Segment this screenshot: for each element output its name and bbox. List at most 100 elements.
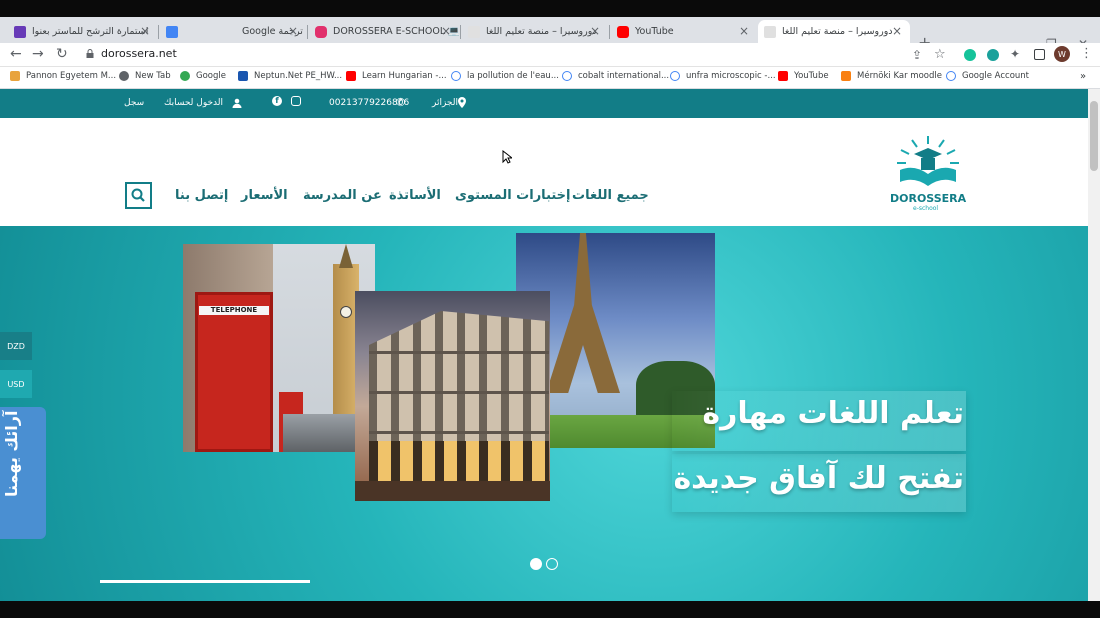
slider-dot-1-active[interactable] xyxy=(530,558,542,570)
bookmark-item[interactable]: Pannon Egyetem M... xyxy=(10,71,116,81)
site-logo[interactable]: DOROSSERA e-school xyxy=(888,134,968,214)
bookmark-item[interactable]: Google xyxy=(180,71,226,81)
puzzle-icon[interactable]: ✦ xyxy=(1010,47,1020,61)
close-icon[interactable]: × xyxy=(739,24,749,38)
hero-headline-line-1: تعلم اللغات مهارة xyxy=(702,396,964,431)
video-letterbox-bottom xyxy=(0,601,1100,618)
login-link[interactable]: الدخول لحسابك xyxy=(164,98,223,108)
url-field[interactable]: dorossera.net xyxy=(101,47,177,60)
search-icon xyxy=(131,188,145,202)
currency-usd-button[interactable]: USD xyxy=(0,370,32,398)
side-panel-icon[interactable] xyxy=(1034,49,1045,60)
close-icon[interactable]: × xyxy=(288,24,298,38)
hero-slider: TELEPHONE تعلم اللغات مهارة تفتح لك آفاق… xyxy=(0,226,1088,601)
mouse-cursor-icon xyxy=(502,150,512,164)
bookmark-item[interactable]: Neptun.Net PE_HW... xyxy=(238,71,342,81)
bookmark-item[interactable]: unfra microscopic -... xyxy=(670,71,776,81)
nav-all-languages[interactable]: جميع اللغات xyxy=(572,188,649,203)
site-icon xyxy=(764,25,776,38)
bookmark-label: YouTube xyxy=(794,71,829,81)
address-bar-row: ← → ↻ dorossera.net ⇪ ☆ ✦ W ⋮ xyxy=(0,43,1100,67)
bookmarks-bar: Pannon Egyetem M... New Tab Google Neptu… xyxy=(0,67,1100,89)
video-letterbox-top xyxy=(0,0,1100,17)
site-header: إتصل بنا الأسعار عن المدرسة الأساتذة إخت… xyxy=(0,118,1088,226)
browser-tab-2[interactable]: ترجمة Google × xyxy=(160,20,306,43)
page-scrollbar[interactable] xyxy=(1088,89,1100,601)
close-icon[interactable]: × xyxy=(892,24,902,38)
search-button[interactable] xyxy=(125,182,152,209)
site-icon xyxy=(468,25,480,38)
close-icon[interactable]: × xyxy=(441,24,451,38)
slider-dot-2[interactable] xyxy=(546,558,558,570)
bookmark-label: Mérnöki Kar moodle xyxy=(857,71,942,81)
more-bookmarks-icon[interactable]: » xyxy=(1080,71,1086,82)
browser-tab-3[interactable]: DOROSSERA E-SCHOOL 💻 × xyxy=(309,20,459,43)
youtube-icon xyxy=(617,25,629,38)
location-text: الجزائر xyxy=(432,98,458,108)
bookmark-item[interactable]: Google Account xyxy=(946,71,1029,81)
nav-prices[interactable]: الأسعار xyxy=(241,188,288,203)
bookmark-item[interactable]: New Tab xyxy=(119,71,171,81)
browser-tab-6-active[interactable]: دوروسيرا – منصة تعليم اللغا × xyxy=(758,20,910,43)
bookmark-label: Learn Hungarian -... xyxy=(362,71,447,81)
close-icon[interactable]: × xyxy=(590,24,600,38)
feedback-label: آرائك يهمنا xyxy=(2,410,21,498)
bookmark-favicon-icon xyxy=(10,71,20,81)
share-icon[interactable]: ⇪ xyxy=(912,48,922,62)
profile-avatar[interactable]: W xyxy=(1054,46,1070,62)
youtube-icon xyxy=(778,71,788,81)
user-icon xyxy=(232,98,242,108)
nav-about[interactable]: عن المدرسة xyxy=(303,188,382,203)
forms-icon xyxy=(14,25,26,38)
globe-icon xyxy=(119,71,129,81)
browser-tab-4[interactable]: دوروسيرا – منصة تعليم اللغا × xyxy=(462,20,608,43)
moodle-icon xyxy=(841,71,851,81)
instagram-icon xyxy=(315,25,327,38)
forward-icon[interactable]: → xyxy=(32,46,44,62)
logo-tagline: e-school xyxy=(913,205,939,212)
slider-progress-bar xyxy=(100,580,310,583)
bookmark-label: Neptun.Net PE_HW... xyxy=(254,71,343,81)
top-info-bar: سجل الدخول لحسابك f 00213779226806 ✆ الج… xyxy=(0,89,1088,118)
nav-contact[interactable]: إتصل بنا xyxy=(175,188,228,203)
bookmark-item[interactable]: Mérnöki Kar moodle xyxy=(841,71,942,81)
bookmark-label: cobalt international... xyxy=(578,71,670,81)
register-link[interactable]: سجل xyxy=(124,98,144,108)
bookmark-label: New Tab xyxy=(135,71,171,81)
feedback-tab[interactable]: آرائك يهمنا xyxy=(0,407,46,539)
telephone-sign: TELEPHONE xyxy=(199,306,269,315)
neptun-icon xyxy=(238,71,248,81)
hero-headline-line-2: تفتح لك آفاق جديدة xyxy=(673,461,964,496)
scrollbar-thumb[interactable] xyxy=(1090,101,1098,171)
map-pin-icon xyxy=(458,97,466,108)
bookmark-label: Google Account xyxy=(962,71,1029,81)
back-icon[interactable]: ← xyxy=(10,46,22,62)
grammarly-icon[interactable] xyxy=(964,49,976,61)
close-icon[interactable]: × xyxy=(140,24,150,38)
nav-teachers[interactable]: الأساتذة xyxy=(389,188,441,203)
google-icon xyxy=(180,71,190,81)
bookmark-item[interactable]: Learn Hungarian -... xyxy=(346,71,447,81)
rome-photo xyxy=(355,291,550,501)
nav-level-tests[interactable]: إختبارات المستوى xyxy=(455,188,571,203)
bookmark-item[interactable]: cobalt international... xyxy=(562,71,669,81)
browser-tab-1[interactable]: استمارة الترشح للماستر بعنوا × xyxy=(8,20,158,43)
bookmark-label: unfra microscopic -... xyxy=(686,71,776,81)
browser-tab-5[interactable]: YouTube × xyxy=(611,20,757,43)
bookmark-star-icon[interactable]: ☆ xyxy=(934,47,946,62)
kebab-menu-icon[interactable]: ⋮ xyxy=(1080,46,1093,61)
tab-title: استمارة الترشح للماستر بعنوا xyxy=(32,26,149,37)
translate-icon xyxy=(166,25,178,38)
bookmark-label: Google xyxy=(196,71,226,81)
reload-icon[interactable]: ↻ xyxy=(56,46,68,62)
lock-icon[interactable] xyxy=(86,49,94,58)
instagram-icon[interactable] xyxy=(291,96,301,106)
bookmark-item[interactable]: YouTube xyxy=(778,71,829,81)
facebook-icon[interactable]: f xyxy=(272,96,282,106)
extension-icon[interactable] xyxy=(987,49,999,61)
logo-emblem-icon xyxy=(897,136,959,186)
currency-dzd-button[interactable]: DZD xyxy=(0,332,32,360)
tab-title: دوروسيرا – منصة تعليم اللغا xyxy=(782,26,893,37)
tab-title: YouTube xyxy=(635,26,674,37)
bookmark-item[interactable]: la pollution de l'eau... xyxy=(451,71,559,81)
